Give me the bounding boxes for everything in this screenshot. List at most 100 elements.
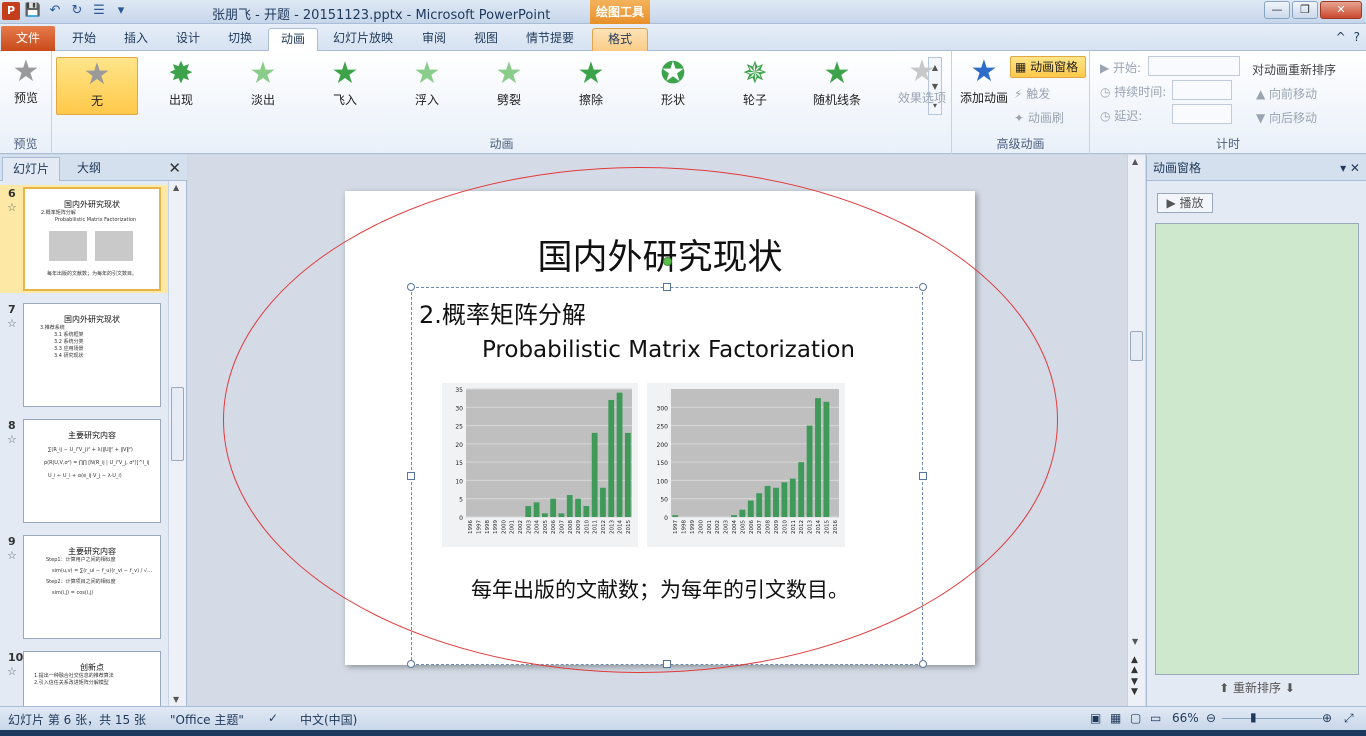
editor-scrollbar[interactable]: ▲ ▼ ▲ ▲ ▼ ▼ xyxy=(1127,155,1145,706)
scroll-up-icon[interactable]: ▲ xyxy=(1132,157,1138,166)
play-button[interactable]: ▶ 播放 xyxy=(1157,193,1213,213)
scroll-down-icon[interactable]: ▼ xyxy=(173,695,179,704)
slide-number: 6 xyxy=(8,187,16,200)
zoom-slider-thumb[interactable]: ▮ xyxy=(1250,710,1257,724)
tab-outline[interactable]: 大纲 xyxy=(60,157,118,181)
animation-painter-button[interactable]: ✦ 动画刷 xyxy=(1014,109,1064,126)
thumb-formula: p(R|U,V,σ²) = ∏∏ [N(R_ij | U_iᵀV_j, σ²)]… xyxy=(44,460,150,466)
tab-slideshow[interactable]: 幻灯片放映 xyxy=(326,28,400,51)
tab-storyboarding[interactable]: 情节提要 xyxy=(518,28,582,51)
zoom-out-icon[interactable]: ⊖ xyxy=(1206,711,1216,725)
thumb-line: 2.引入信任关系改进矩阵分解模型 xyxy=(34,680,109,686)
star-icon: ★ xyxy=(413,56,441,91)
start-select[interactable] xyxy=(1148,56,1240,76)
minimize-button[interactable]: — xyxy=(1264,1,1290,19)
anim-none[interactable]: ★ 无 xyxy=(56,57,138,115)
slide-thumb-10[interactable]: 10 ☆ 创新点 1.提出一种融合社交信息的推荐算法 2.引入信任关系改进矩阵分… xyxy=(0,649,168,706)
animation-list[interactable] xyxy=(1155,223,1359,675)
zoom-in-icon[interactable]: ⊕ xyxy=(1322,711,1332,725)
next-slide-icon[interactable]: ▼ ▼ xyxy=(1131,677,1138,697)
tab-slides[interactable]: 幻灯片 xyxy=(2,157,60,181)
add-animation-button[interactable]: ★ 添加动画 xyxy=(958,55,1010,106)
slide-thumb-6[interactable]: 6 ☆ 国内外研究现状 2.概率矩阵分解 Probabilistic Matri… xyxy=(0,185,168,293)
star-icon: ★ xyxy=(495,56,523,91)
anim-label: 随机线条 xyxy=(812,93,861,107)
group-animation: ★ 无 ✸ 出现 ★ 淡出 ★ 飞入 ★ 浮入 ★ 劈裂 ★ 擦除 ✪ 形状 ✵ 轮子 ★ 随机线条… xyxy=(52,51,952,154)
status-bar: 幻灯片 第 6 张，共 15 张 "Office 主题" ✓ 中文(中国) ▣ … xyxy=(0,706,1366,730)
slide-thumb-8[interactable]: 8 ☆ 主要研究内容 ∑(R_ij − U_iᵀV_j)² + λ(‖U‖² +… xyxy=(0,417,168,525)
anim-wipe[interactable]: ★ 擦除 xyxy=(550,57,632,115)
anim-fade[interactable]: ★ 淡出 xyxy=(222,57,304,115)
animation-pane-button[interactable]: ▦ 动画窗格 xyxy=(1010,56,1086,78)
star-icon: ★ xyxy=(83,57,111,92)
preview-button[interactable]: ★ 预览 xyxy=(6,55,46,106)
anim-shape[interactable]: ✪ 形状 xyxy=(632,57,714,115)
anim-random-bars[interactable]: ★ 随机线条 xyxy=(796,57,878,115)
delay-spinner[interactable] xyxy=(1172,104,1232,124)
move-down-icon[interactable]: ⬇ xyxy=(1285,681,1295,695)
scroll-thumb[interactable] xyxy=(1130,331,1143,361)
resize-handle-bl[interactable] xyxy=(407,660,415,668)
anim-label: 飞入 xyxy=(332,93,357,107)
redo-icon[interactable]: ↻ xyxy=(68,2,86,20)
fit-to-window-icon[interactable]: ⤢ xyxy=(1344,711,1354,726)
zoom-level[interactable]: 66% xyxy=(1172,711,1199,725)
close-button[interactable]: ✕ xyxy=(1320,1,1362,19)
anim-appear[interactable]: ✸ 出现 xyxy=(140,57,222,115)
scroll-thumb[interactable] xyxy=(171,387,184,461)
bullets-icon[interactable]: ☰ xyxy=(90,2,108,20)
language[interactable]: 中文(中国) xyxy=(300,711,357,728)
close-icon[interactable]: ✕ xyxy=(168,159,181,177)
powerpoint-app-icon[interactable]: P xyxy=(2,2,20,20)
resize-handle-br[interactable] xyxy=(919,660,927,668)
maximize-button[interactable]: ❐ xyxy=(1292,1,1318,19)
theme-name[interactable]: "Office 主题" xyxy=(170,711,244,728)
tab-format[interactable]: 格式 xyxy=(592,28,648,51)
star-icon: ★ xyxy=(249,56,277,91)
anim-split[interactable]: ★ 劈裂 xyxy=(468,57,550,115)
tab-view[interactable]: 视图 xyxy=(464,28,508,51)
customize-qat-icon[interactable]: ▾ xyxy=(112,2,130,20)
spellcheck-icon[interactable]: ✓ xyxy=(268,711,278,725)
help-icon[interactable]: ? xyxy=(1354,30,1360,44)
slide-thumbnail: 创新点 1.提出一种融合社交信息的推荐算法 2.引入信任关系改进矩阵分解模型 xyxy=(23,651,161,706)
normal-view-icon[interactable]: ▣ xyxy=(1090,711,1101,725)
move-later-button[interactable]: ▼ 向后移动 xyxy=(1256,109,1317,126)
tab-transitions[interactable]: 切换 xyxy=(218,28,262,51)
ribbon: ★ 预览 预览 ★ 无 ✸ 出现 ★ 淡出 ★ 飞入 ★ 浮入 ★ 劈裂 ★ 擦除 ✪ 形状 ✵… xyxy=(0,51,1366,154)
zoom-slider[interactable] xyxy=(1222,718,1322,719)
undo-icon[interactable]: ↶ xyxy=(46,2,64,20)
move-later-label: 向后移动 xyxy=(1269,111,1318,125)
anim-label: 浮入 xyxy=(414,93,439,107)
tab-home[interactable]: 开始 xyxy=(62,28,106,51)
duration-spinner[interactable] xyxy=(1172,80,1232,100)
tab-animations[interactable]: 动画 xyxy=(268,28,318,51)
minimize-ribbon-icon[interactable]: ^ xyxy=(1336,30,1346,44)
effect-options-button[interactable]: ★ 效果选项 xyxy=(894,55,950,106)
slides-scrollbar[interactable]: ▲ ▼ xyxy=(168,181,186,706)
animation-pane-header: 动画窗格 ▾ ✕ xyxy=(1147,155,1366,181)
anim-float-in[interactable]: ★ 浮入 xyxy=(386,57,468,115)
slideshow-view-icon[interactable]: ▭ xyxy=(1150,711,1161,725)
tab-design[interactable]: 设计 xyxy=(166,28,210,51)
scroll-down-icon[interactable]: ▼ xyxy=(1132,637,1138,646)
tab-file[interactable]: 文件 xyxy=(1,26,55,51)
tab-insert[interactable]: 插入 xyxy=(114,28,158,51)
add-animation-label: 添加动画 xyxy=(959,91,1008,105)
move-up-icon[interactable]: ⬆ xyxy=(1219,681,1233,695)
red-ellipse-shape[interactable] xyxy=(223,167,1058,673)
anim-wheel[interactable]: ✵ 轮子 xyxy=(714,57,796,115)
slide-thumb-9[interactable]: 9 ☆ 主要研究内容 Step1：计算用户之间的相似度 sim(u,v) = ∑… xyxy=(0,533,168,641)
anim-fly-in[interactable]: ★ 飞入 xyxy=(304,57,386,115)
slide-number: 7 xyxy=(8,303,16,316)
save-icon[interactable]: 💾 xyxy=(24,2,42,20)
slide-thumb-7[interactable]: 7 ☆ 国内外研究现状 3.推荐系统 3.1 系统框架 3.2 系统分类 3.3… xyxy=(0,301,168,409)
scroll-up-icon[interactable]: ▲ xyxy=(173,183,179,192)
tab-review[interactable]: 审阅 xyxy=(412,28,456,51)
prev-slide-icon[interactable]: ▲ ▲ xyxy=(1131,655,1138,675)
trigger-button[interactable]: ⚡ 触发 xyxy=(1014,85,1050,102)
sorter-view-icon[interactable]: ▦ xyxy=(1110,711,1121,725)
pane-controls[interactable]: ▾ ✕ xyxy=(1340,155,1360,181)
move-earlier-button[interactable]: ▲ 向前移动 xyxy=(1256,85,1317,102)
reading-view-icon[interactable]: ▢ xyxy=(1130,711,1141,725)
